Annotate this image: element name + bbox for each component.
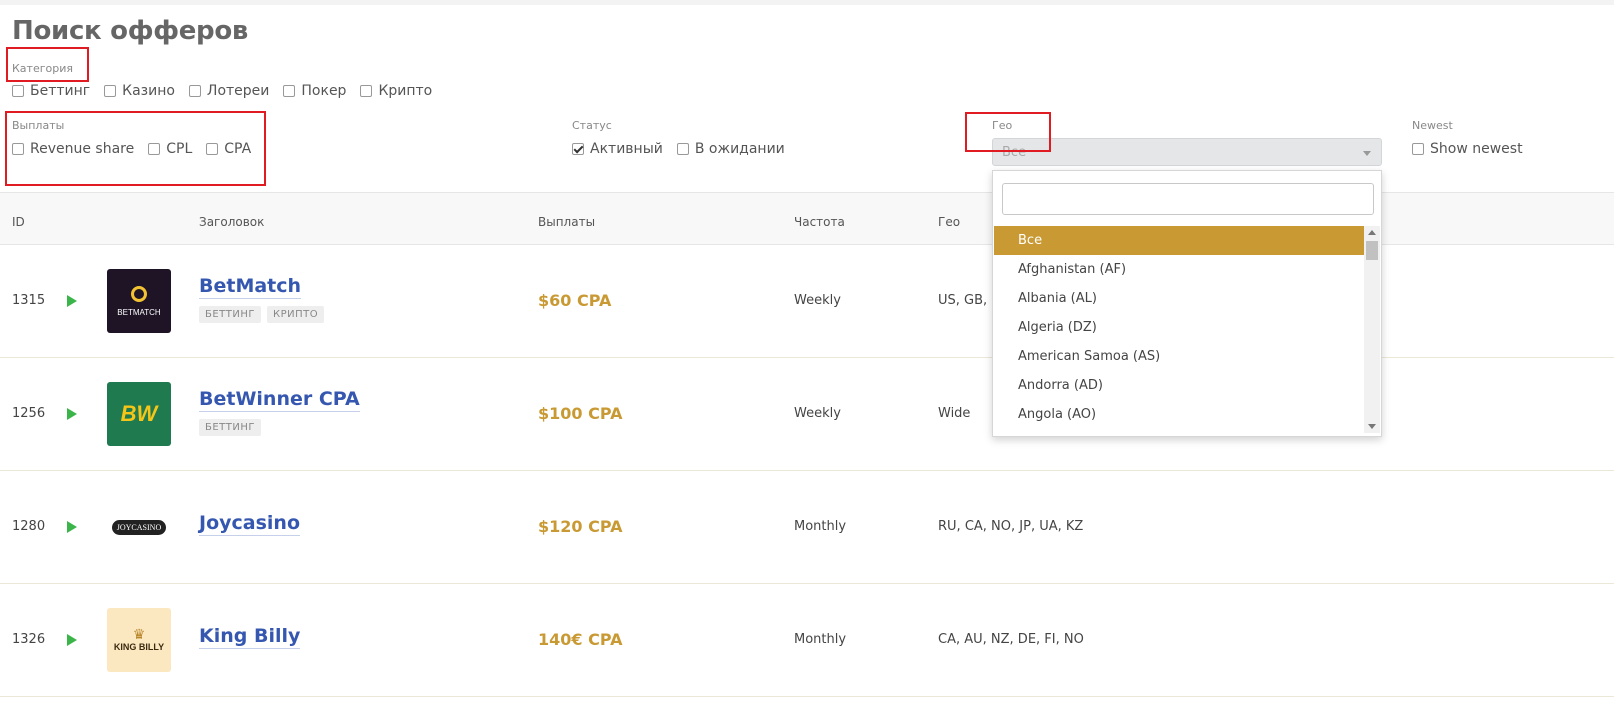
crown-icon: ♛ (132, 627, 146, 643)
offer-logo[interactable]: BW (107, 382, 171, 446)
geo-options-list: Все Afghanistan (AF) Albania (AL) Algeri… (994, 226, 1364, 433)
logo-text: KING BILLY (113, 642, 165, 652)
checkbox-box[interactable] (283, 85, 296, 97)
logo-text: BW (120, 401, 158, 426)
table-row[interactable]: 1280 JOYCASINO Joycasino $120 CPA Monthl… (0, 471, 1614, 584)
play-icon[interactable] (67, 521, 77, 533)
offer-logo[interactable]: BETMATCH (107, 269, 171, 333)
highlight-box-category (6, 47, 89, 82)
column-header-payouts[interactable]: Выплаты (538, 215, 595, 229)
offer-tag: БЕТТИНГ (199, 419, 261, 436)
category-filter-options: Беттинг Казино Лотереи Покер Крипто (12, 83, 446, 99)
scroll-up-icon[interactable] (1368, 230, 1376, 235)
checkbox-box[interactable] (1412, 143, 1424, 155)
top-border (0, 0, 1614, 5)
show-newest-checkbox[interactable]: Show newest (1412, 141, 1523, 157)
category-poker-checkbox[interactable]: Покер (283, 83, 346, 99)
offer-payout: $60 CPA (538, 291, 612, 310)
offer-tags: БЕТТИНГ КРИПТО (199, 306, 330, 323)
offer-id: 1256 (12, 406, 46, 421)
offer-tags: БЕТТИНГ (199, 419, 267, 436)
betmatch-logo-mark (131, 285, 147, 302)
offer-geo: Wide (938, 406, 971, 421)
offer-payout: $120 CPA (538, 517, 623, 536)
offer-frequency: Weekly (794, 406, 841, 421)
offer-title-link[interactable]: BetMatch (199, 274, 302, 299)
table-row[interactable]: 1326 ♛ KING BILLY King Billy 140€ CPA Mo… (0, 584, 1614, 697)
newest-filter-options: Show newest (1412, 141, 1537, 157)
category-casino-checkbox[interactable]: Казино (104, 83, 175, 99)
scroll-thumb[interactable] (1366, 241, 1378, 260)
checkbox-box[interactable] (12, 85, 24, 97)
category-betting-checkbox[interactable]: Беттинг (12, 83, 90, 99)
play-icon[interactable] (67, 634, 77, 646)
offer-logo[interactable]: ♛ KING BILLY (107, 608, 171, 672)
offer-title-link[interactable]: Joycasino (199, 511, 300, 536)
highlight-box-geo (965, 112, 1051, 152)
geo-option[interactable]: Andorra (AD) (994, 371, 1364, 400)
column-header-title[interactable]: Заголовок (199, 215, 264, 229)
offer-payout: 140€ CPA (538, 630, 623, 649)
offer-title-link[interactable]: BetWinner CPA (199, 387, 360, 412)
play-icon[interactable] (67, 408, 77, 420)
offer-tag: БЕТТИНГ (199, 306, 261, 323)
status-filter-options: Активный В ожидании (572, 141, 799, 157)
checkbox-box[interactable] (360, 85, 373, 97)
highlight-box-payouts (5, 111, 266, 186)
geo-option[interactable]: Все (994, 226, 1364, 255)
status-pending-checkbox[interactable]: В ожидании (676, 141, 785, 157)
offer-logo[interactable]: JOYCASINO (107, 495, 171, 559)
offer-frequency: Monthly (794, 519, 847, 534)
scroll-down-icon[interactable] (1368, 424, 1376, 429)
offer-geo: CA, AU, NZ, DE, FI, NO (938, 632, 1084, 647)
offer-tag: КРИПТО (267, 306, 325, 323)
offer-title-link[interactable]: King Billy (199, 624, 301, 649)
dropdown-scrollbar[interactable] (1364, 226, 1380, 433)
play-icon[interactable] (67, 295, 77, 307)
column-header-geo[interactable]: Гео (938, 215, 960, 229)
category-lottery-checkbox[interactable]: Лотереи (188, 83, 269, 99)
status-filter-label: Статус (572, 119, 612, 132)
status-active-checkbox[interactable]: Активный (572, 141, 663, 157)
geo-option[interactable]: Algeria (DZ) (994, 313, 1364, 342)
offer-geo: RU, CA, NO, JP, UA, KZ (938, 519, 1084, 534)
offer-payout: $100 CPA (538, 404, 623, 423)
chevron-down-icon (1363, 151, 1371, 156)
geo-option[interactable]: Angola (AO) (994, 400, 1364, 429)
offer-id: 1326 (12, 632, 46, 647)
geo-option[interactable]: Albania (AL) (994, 284, 1364, 313)
geo-option[interactable]: American Samoa (AS) (994, 342, 1364, 371)
checkbox-box[interactable] (104, 85, 117, 97)
logo-text: JOYCASINO (111, 519, 167, 535)
offer-frequency: Weekly (794, 293, 841, 308)
offer-frequency: Monthly (794, 632, 847, 647)
category-crypto-checkbox[interactable]: Крипто (360, 83, 432, 99)
column-header-id[interactable]: ID (12, 215, 25, 229)
page-title: Поиск офферов (12, 16, 249, 46)
geo-option[interactable]: Afghanistan (AF) (994, 255, 1364, 284)
offer-id: 1315 (12, 293, 46, 308)
checkbox-box[interactable] (572, 143, 584, 155)
newest-filter-label: Newest (1412, 119, 1453, 132)
offer-id: 1280 (12, 519, 46, 534)
geo-search-input[interactable] (1002, 183, 1374, 215)
logo-text: BETMATCH (117, 307, 161, 317)
column-header-frequency[interactable]: Частота (794, 215, 845, 229)
geo-dropdown: Все Afghanistan (AF) Albania (AL) Algeri… (992, 170, 1382, 437)
checkbox-box[interactable] (188, 85, 201, 97)
checkbox-box[interactable] (676, 143, 689, 155)
